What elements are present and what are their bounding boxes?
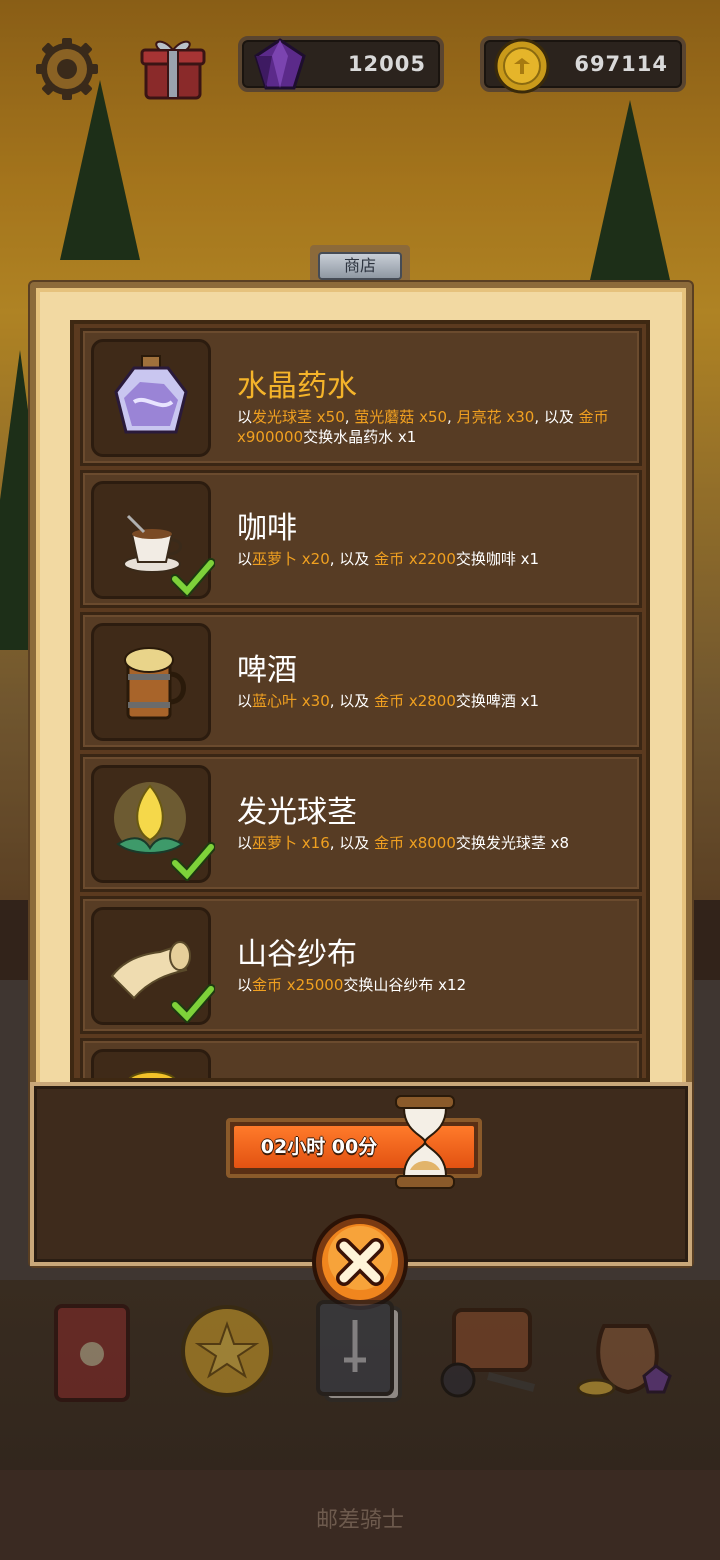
owned-check-icon	[171, 558, 215, 597]
shop-item-crystal-potion[interactable]: 水晶药水 以发光球茎 x50, 萤光蘑菇 x50, 月亮花 x30, 以及 金币…	[80, 328, 642, 466]
hourglass-icon	[395, 1095, 455, 1189]
top-bar: 12005 697114	[0, 30, 720, 100]
item-description: 以巫萝卜 x16, 以及 金币 x8000交换发光球茎 x8	[237, 833, 637, 853]
item-name: 山谷纱布	[237, 937, 357, 972]
item-name: 啤酒	[237, 653, 297, 688]
beer-mug-icon	[91, 623, 211, 741]
desc-highlight: 金币 x2200	[374, 550, 456, 568]
coin-counter[interactable]: 697114	[480, 36, 686, 94]
shop-item-beer[interactable]: 啤酒 以蓝心叶 x30, 以及 金币 x2800交换啤酒 x1	[80, 612, 642, 750]
item-description: 以巫萝卜 x20, 以及 金币 x2200交换咖啡 x1	[237, 549, 637, 569]
desc-text: 交换啤酒 x1	[455, 692, 540, 710]
desc-highlight: 金币 x25000	[252, 976, 344, 994]
book-icon[interactable]	[48, 1296, 140, 1406]
desc-text: 以	[237, 692, 253, 710]
shop-item-glowing-bulb[interactable]: 发光球茎 以巫萝卜 x16, 以及 金币 x8000交换发光球茎 x8	[80, 754, 642, 892]
restock-timer-text: 02小时 00分	[260, 1136, 378, 1158]
desc-highlight: 发光球茎 x50	[252, 408, 345, 426]
shop-item-list[interactable]: 水晶药水 以发光球茎 x50, 萤光蘑菇 x50, 月亮花 x30, 以及 金币…	[70, 320, 650, 1082]
coin-count: 697114	[574, 52, 668, 76]
desc-text: 交换水晶药水 x1	[303, 428, 417, 446]
owned-check-icon	[171, 842, 215, 881]
shop-item-partial[interactable]: 长老护士村	[80, 1038, 642, 1078]
owned-check-icon	[171, 984, 215, 1023]
gift-box-icon[interactable]	[138, 32, 208, 102]
shop-tab-label: 商店	[318, 252, 402, 280]
desc-text: 交换山谷纱布 x12	[343, 976, 467, 994]
item-description: 以蓝心叶 x30, 以及 金币 x2800交换啤酒 x1	[237, 691, 637, 711]
location-title: 邮差骑士	[315, 1508, 404, 1533]
shop-item-coffee[interactable]: 咖啡 以巫萝卜 x20, 以及 金币 x2200交换咖啡 x1	[80, 470, 642, 608]
desc-highlight: 萤光蘑菇 x50	[354, 408, 448, 426]
desc-text: , 以及	[534, 408, 579, 426]
desc-text: 以	[237, 834, 253, 852]
gem-counter[interactable]: 12005	[238, 36, 444, 92]
loot-sack-icon[interactable]	[574, 1296, 678, 1406]
item-description: 以发光球茎 x50, 萤光蘑菇 x50, 月亮花 x30, 以及 金币 x900…	[237, 407, 637, 447]
desc-text: 以	[237, 550, 253, 568]
gold-coins-icon	[91, 1049, 211, 1078]
desc-highlight: 月亮花 x30	[456, 408, 535, 426]
desc-text: , 以及	[329, 834, 375, 852]
desc-highlight: 金币 x8000	[374, 834, 456, 852]
item-description: 以金币 x25000交换山谷纱布 x12	[237, 975, 637, 995]
desc-highlight: 巫萝卜 x16	[252, 834, 330, 852]
settings-gear-icon[interactable]	[34, 36, 100, 102]
desc-highlight: 蓝心叶 x30	[252, 692, 330, 710]
star-coin-icon[interactable]	[176, 1296, 278, 1398]
shop-item-valley-gauze[interactable]: 山谷纱布 以金币 x25000交换山谷纱布 x12	[80, 896, 642, 1034]
item-name: 咖啡	[237, 511, 297, 546]
potion-bag-icon[interactable]	[438, 1296, 550, 1406]
purple-gem-icon	[254, 38, 306, 90]
gem-count: 12005	[347, 52, 426, 76]
desc-highlight: 巫萝卜 x20	[252, 550, 330, 568]
gold-coin-icon	[494, 38, 550, 94]
desc-highlight: 金币 x2800	[374, 692, 456, 710]
desc-text: 交换咖啡 x1	[455, 550, 540, 568]
item-name: 水晶药水	[237, 369, 357, 404]
desc-text: 以	[237, 408, 253, 426]
item-name: 长老护士村	[237, 1071, 387, 1078]
desc-text: 以	[237, 976, 253, 994]
crystal-potion-icon	[91, 339, 211, 457]
desc-text: ,	[344, 408, 355, 426]
card-deck-icon[interactable]	[312, 1296, 408, 1406]
desc-text: ,	[447, 408, 457, 426]
desc-text: 交换发光球茎 x8	[455, 834, 570, 852]
desc-text: , 以及	[329, 692, 375, 710]
desc-text: , 以及	[329, 550, 375, 568]
item-name: 发光球茎	[237, 795, 357, 830]
